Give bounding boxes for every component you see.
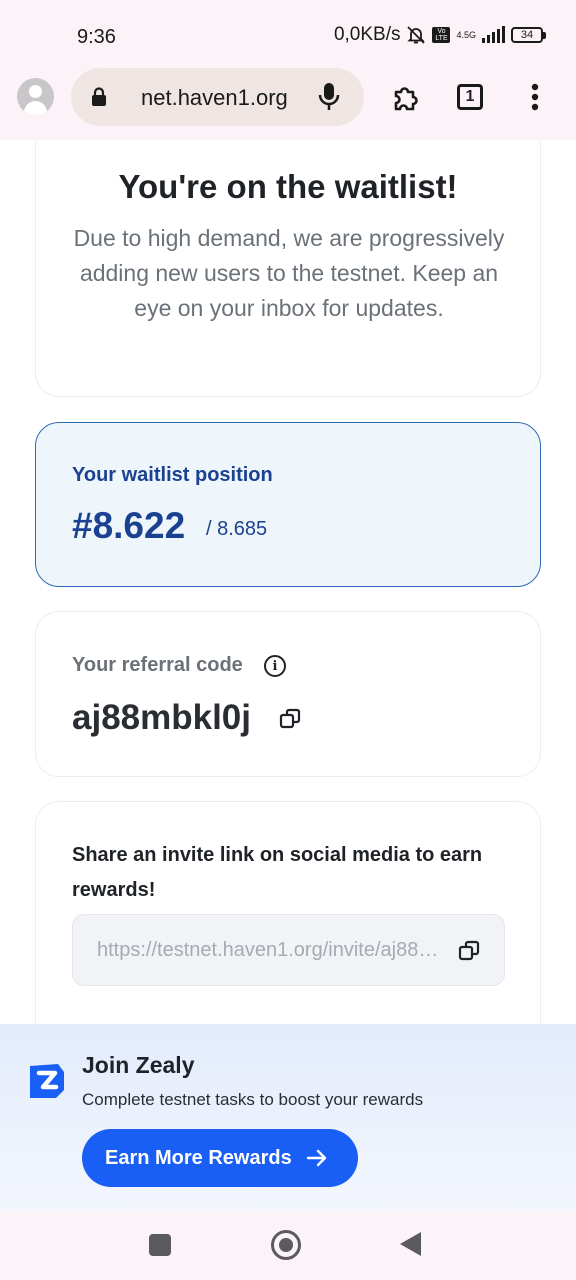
invite-link-field[interactable]: https://testnet.haven1.org/invite/aj88mb…	[72, 914, 505, 986]
lock-icon[interactable]	[91, 87, 107, 107]
puzzle-glyph	[394, 87, 418, 111]
zealy-title: Join Zealy	[82, 1052, 195, 1078]
waitlist-description: Due to high demand, we are progressively…	[73, 225, 505, 321]
share-instructions: Share an invite link on social media to …	[72, 844, 483, 901]
waitlist-title: You're on the waitlist!	[118, 168, 458, 205]
account-icon[interactable]	[17, 78, 54, 115]
url-text[interactable]: net.haven1.org	[141, 85, 288, 111]
tabs-button[interactable]: 1	[453, 80, 487, 114]
back-button[interactable]	[400, 1232, 421, 1256]
position-value: #8.622	[72, 505, 186, 546]
extensions-icon[interactable]	[389, 80, 423, 114]
arrow-right-icon	[306, 1149, 326, 1167]
referral-code-card: Your referral code i aj88mbkl0j	[35, 611, 541, 777]
referral-code: aj88mbkl0j	[72, 698, 251, 737]
browser-toolbar: net.haven1.org 1	[0, 68, 576, 140]
status-time: 9:36	[77, 26, 116, 48]
battery-level: 34	[511, 27, 543, 43]
battery-icon: 34	[511, 27, 546, 43]
bell-muted-icon	[407, 26, 426, 44]
volte-icon: Vo LTE	[432, 27, 451, 43]
address-bar[interactable]: net.haven1.org	[71, 68, 364, 126]
earn-more-rewards-label: Earn More Rewards	[105, 1146, 292, 1169]
waitlist-position-card: Your waitlist position #8.622 / 8.685	[35, 422, 541, 587]
status-bar: 9:36 0,0KB/s Vo LTE 4.5G 34	[0, 0, 576, 68]
info-icon[interactable]: i	[264, 655, 286, 677]
tabs-icon[interactable]: 1	[457, 84, 483, 110]
zealy-logo-icon	[30, 1064, 64, 1098]
signal-icon	[482, 26, 505, 43]
mic-icon[interactable]	[317, 82, 341, 112]
referral-label: Your referral code	[72, 654, 243, 676]
copy-link-icon[interactable]	[458, 940, 480, 962]
zealy-banner: Join Zealy Complete testnet tasks to boo…	[0, 1024, 576, 1212]
invite-link-text[interactable]: https://testnet.haven1.org/invite/aj88mb…	[97, 939, 447, 962]
earn-more-rewards-button[interactable]: Earn More Rewards	[82, 1129, 358, 1187]
zealy-subtitle: Complete testnet tasks to boost your rew…	[82, 1090, 424, 1109]
position-label: Your waitlist position	[72, 464, 273, 486]
status-indicators: 0,0KB/s Vo LTE 4.5G 34	[334, 24, 546, 46]
menu-icon[interactable]	[518, 80, 552, 114]
network-type: 4.5G	[456, 29, 476, 40]
home-button[interactable]	[271, 1230, 301, 1260]
net-speed: 0,0KB/s	[333, 24, 401, 45]
position-total: / 8.685	[206, 518, 268, 540]
system-nav-bar	[0, 1212, 576, 1280]
copy-icon[interactable]	[279, 708, 301, 730]
recents-button[interactable]	[149, 1234, 171, 1256]
waitlist-card: You're on the waitlist! Due to high dema…	[35, 140, 541, 397]
